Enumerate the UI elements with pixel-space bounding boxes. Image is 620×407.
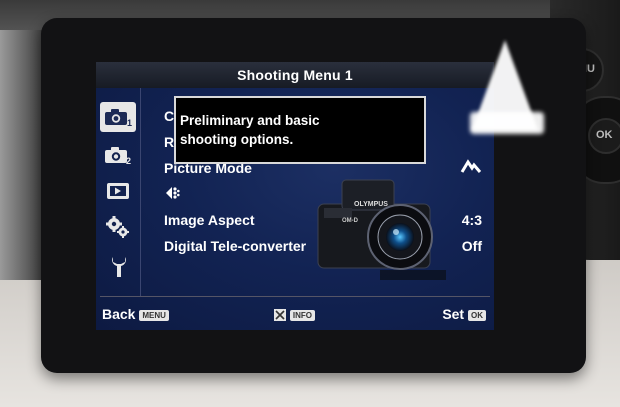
tab-custom-menu[interactable]: [100, 212, 136, 242]
menu-item-label: C: [164, 108, 175, 124]
product-brand: OLYMPUS: [354, 201, 388, 208]
wrench-icon: [112, 257, 126, 277]
footer-divider: [100, 296, 490, 297]
close-box-icon: [274, 309, 286, 322]
menu-button-chip: MENU: [139, 309, 169, 321]
set-control[interactable]: Set OK: [442, 306, 486, 322]
ok-button-chip: OK: [468, 309, 486, 321]
camera-product-image: OLYMPUS OM-D: [317, 179, 446, 280]
image-quality-icon: [164, 184, 180, 205]
svg-text:2: 2: [126, 156, 131, 166]
screen-glare-base: [470, 112, 544, 134]
tab-shooting-menu-1[interactable]: 1: [100, 102, 136, 132]
help-tooltip: Preliminary and basic shooting options.: [174, 96, 426, 164]
camera-2-icon: 2: [105, 147, 131, 166]
svg-text:1: 1: [127, 118, 132, 128]
menu-item-label: Image Aspect: [164, 212, 255, 228]
tab-shooting-menu-2[interactable]: 2: [100, 140, 136, 170]
tab-setup-menu[interactable]: [100, 252, 136, 282]
ok-hardware-button[interactable]: OK: [588, 118, 620, 154]
footer-bar: Back MENU INFO Set OK: [96, 300, 494, 328]
camera-menu-screen: Shooting Menu 1 1 2 C R Picture Mode Ima…: [96, 62, 494, 330]
info-button-chip: INFO: [289, 309, 315, 321]
tab-divider: [140, 88, 141, 296]
tab-playback-menu[interactable]: [100, 176, 136, 206]
tooltip-line-2: shooting options.: [180, 132, 294, 147]
back-control[interactable]: Back MENU: [102, 306, 169, 322]
title-bar: Shooting Menu 1: [96, 62, 494, 88]
menu-item-label: Digital Tele-converter: [164, 238, 307, 254]
product-model: OM-D: [342, 218, 359, 224]
menu-item-label: R: [164, 134, 175, 150]
ok-button-label: OK: [596, 129, 613, 141]
gears-icon: [106, 216, 129, 238]
camera-1-icon: 1: [105, 109, 132, 128]
tooltip-line-1: Preliminary and basic: [180, 113, 320, 128]
back-label: Back: [102, 306, 136, 322]
menu-title: Shooting Menu 1: [237, 67, 353, 83]
playback-icon: [107, 183, 129, 199]
set-label: Set: [442, 306, 465, 322]
camera-strap: [0, 30, 45, 280]
info-control[interactable]: INFO: [274, 306, 315, 322]
